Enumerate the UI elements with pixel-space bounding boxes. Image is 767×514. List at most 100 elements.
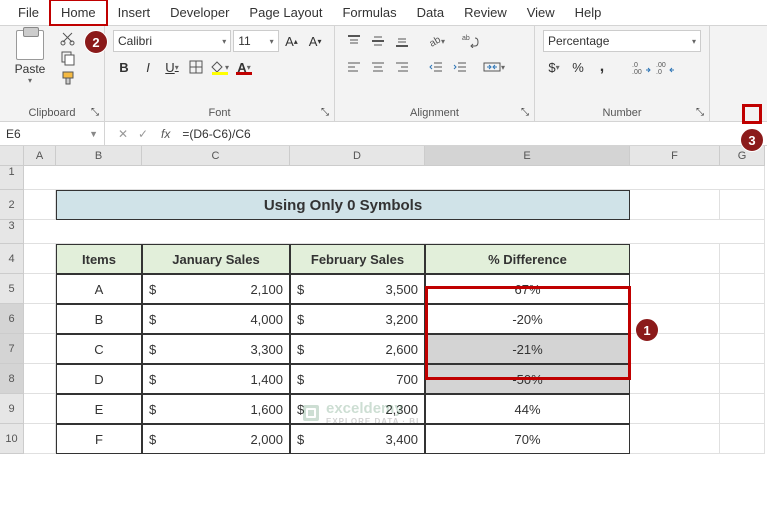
row-header[interactable]: 2 (0, 190, 24, 220)
borders-button[interactable] (185, 56, 207, 78)
decrease-decimal-button[interactable]: .00.0 (655, 56, 677, 78)
table-cell[interactable]: F (56, 424, 142, 454)
table-cell[interactable]: E (56, 394, 142, 424)
decrease-font-button[interactable]: A▾ (304, 30, 326, 52)
bold-button[interactable]: B (113, 56, 135, 78)
cell[interactable] (24, 424, 56, 454)
cell[interactable] (24, 244, 56, 274)
col-header[interactable]: D (290, 146, 425, 166)
table-header[interactable]: January Sales (142, 244, 290, 274)
accounting-format-button[interactable]: $▾ (543, 56, 565, 78)
cell[interactable] (24, 394, 56, 424)
cell[interactable] (630, 364, 720, 394)
wrap-text-button[interactable]: ab (459, 30, 481, 52)
comma-format-button[interactable]: , (591, 56, 613, 78)
percent-format-button[interactable]: % (567, 56, 589, 78)
align-center-button[interactable] (367, 56, 389, 78)
fx-icon[interactable]: fx (161, 127, 176, 141)
align-top-button[interactable] (343, 30, 365, 52)
increase-indent-button[interactable] (449, 56, 471, 78)
align-bottom-button[interactable] (391, 30, 413, 52)
table-cell[interactable]: $700 (290, 364, 425, 394)
cancel-formula-button[interactable]: ✕ (113, 127, 133, 141)
align-right-button[interactable] (391, 56, 413, 78)
menu-review[interactable]: Review (454, 1, 517, 24)
row-header[interactable]: 10 (0, 424, 24, 454)
cell[interactable] (630, 190, 720, 220)
table-cell[interactable]: $1,600 (142, 394, 290, 424)
orientation-button[interactable]: ab▾ (425, 30, 447, 52)
row-header[interactable]: 6 (0, 304, 24, 334)
table-cell[interactable]: $3,200 (290, 304, 425, 334)
menu-insert[interactable]: Insert (108, 1, 161, 24)
cell[interactable] (24, 274, 56, 304)
row-header[interactable]: 9 (0, 394, 24, 424)
font-dialog-launcher[interactable]: ⤡ (318, 105, 332, 119)
font-color-button[interactable]: A▾ (233, 56, 255, 78)
table-cell[interactable]: $4,000 (142, 304, 290, 334)
alignment-dialog-launcher[interactable]: ⤡ (518, 105, 532, 119)
italic-button[interactable]: I (137, 56, 159, 78)
table-cell[interactable]: A (56, 274, 142, 304)
cell[interactable] (720, 334, 765, 364)
menu-formulas[interactable]: Formulas (332, 1, 406, 24)
cell[interactable] (24, 304, 56, 334)
table-cell[interactable]: 70% (425, 424, 630, 454)
selected-cell[interactable]: -21% (425, 334, 630, 364)
cell[interactable] (630, 394, 720, 424)
cell[interactable] (720, 190, 765, 220)
underline-button[interactable]: U▾ (161, 56, 183, 78)
table-header[interactable]: Items (56, 244, 142, 274)
table-header[interactable]: % Difference (425, 244, 630, 274)
cell[interactable] (720, 394, 765, 424)
table-cell[interactable]: $3,300 (142, 334, 290, 364)
menu-view[interactable]: View (517, 1, 565, 24)
col-header[interactable]: F (630, 146, 720, 166)
align-middle-button[interactable] (367, 30, 389, 52)
cell[interactable] (720, 274, 765, 304)
cell[interactable] (24, 334, 56, 364)
cell[interactable] (24, 190, 56, 220)
table-cell[interactable]: $2,300 (290, 394, 425, 424)
menu-file[interactable]: File (8, 1, 49, 24)
menu-help[interactable]: Help (565, 1, 612, 24)
row-header[interactable]: 3 (0, 220, 24, 244)
menu-home[interactable]: Home (49, 0, 108, 26)
table-cell[interactable]: $1,400 (142, 364, 290, 394)
cell[interactable] (630, 274, 720, 304)
table-cell[interactable]: $2,600 (290, 334, 425, 364)
title-cell[interactable]: Using Only 0 Symbols (56, 190, 630, 220)
cell[interactable] (24, 166, 765, 190)
increase-font-button[interactable]: A▴ (281, 30, 303, 52)
cell[interactable] (630, 244, 720, 274)
table-cell[interactable]: D (56, 364, 142, 394)
cell[interactable] (720, 364, 765, 394)
col-header[interactable]: A (24, 146, 56, 166)
align-left-button[interactable] (343, 56, 365, 78)
table-cell[interactable]: $2,100 (142, 274, 290, 304)
clipboard-dialog-launcher[interactable]: ⤡ (88, 105, 102, 119)
col-header[interactable]: B (56, 146, 142, 166)
number-format-select[interactable]: Percentage ▾ (543, 30, 701, 52)
fill-color-button[interactable]: ▾ (209, 56, 231, 78)
selected-cell[interactable]: -50% (425, 364, 630, 394)
table-cell[interactable]: B (56, 304, 142, 334)
increase-decimal-button[interactable]: .0.00 (631, 56, 653, 78)
cell[interactable] (720, 244, 765, 274)
active-cell[interactable]: -20% (425, 304, 630, 334)
row-header[interactable]: 4 (0, 244, 24, 274)
table-cell[interactable]: 67% (425, 274, 630, 304)
cell[interactable] (24, 364, 56, 394)
font-family-select[interactable]: Calibri ▾ (113, 30, 231, 52)
font-size-select[interactable]: 11 ▾ (233, 30, 278, 52)
cut-button[interactable] (60, 30, 78, 46)
cell[interactable] (24, 220, 765, 244)
enter-formula-button[interactable]: ✓ (133, 127, 153, 141)
table-cell[interactable]: $3,400 (290, 424, 425, 454)
decrease-indent-button[interactable] (425, 56, 447, 78)
cell[interactable] (630, 424, 720, 454)
row-header[interactable]: 1 (0, 166, 24, 190)
table-header[interactable]: February Sales (290, 244, 425, 274)
cell[interactable] (720, 304, 765, 334)
number-dialog-launcher[interactable]: ⤡ (693, 105, 707, 119)
